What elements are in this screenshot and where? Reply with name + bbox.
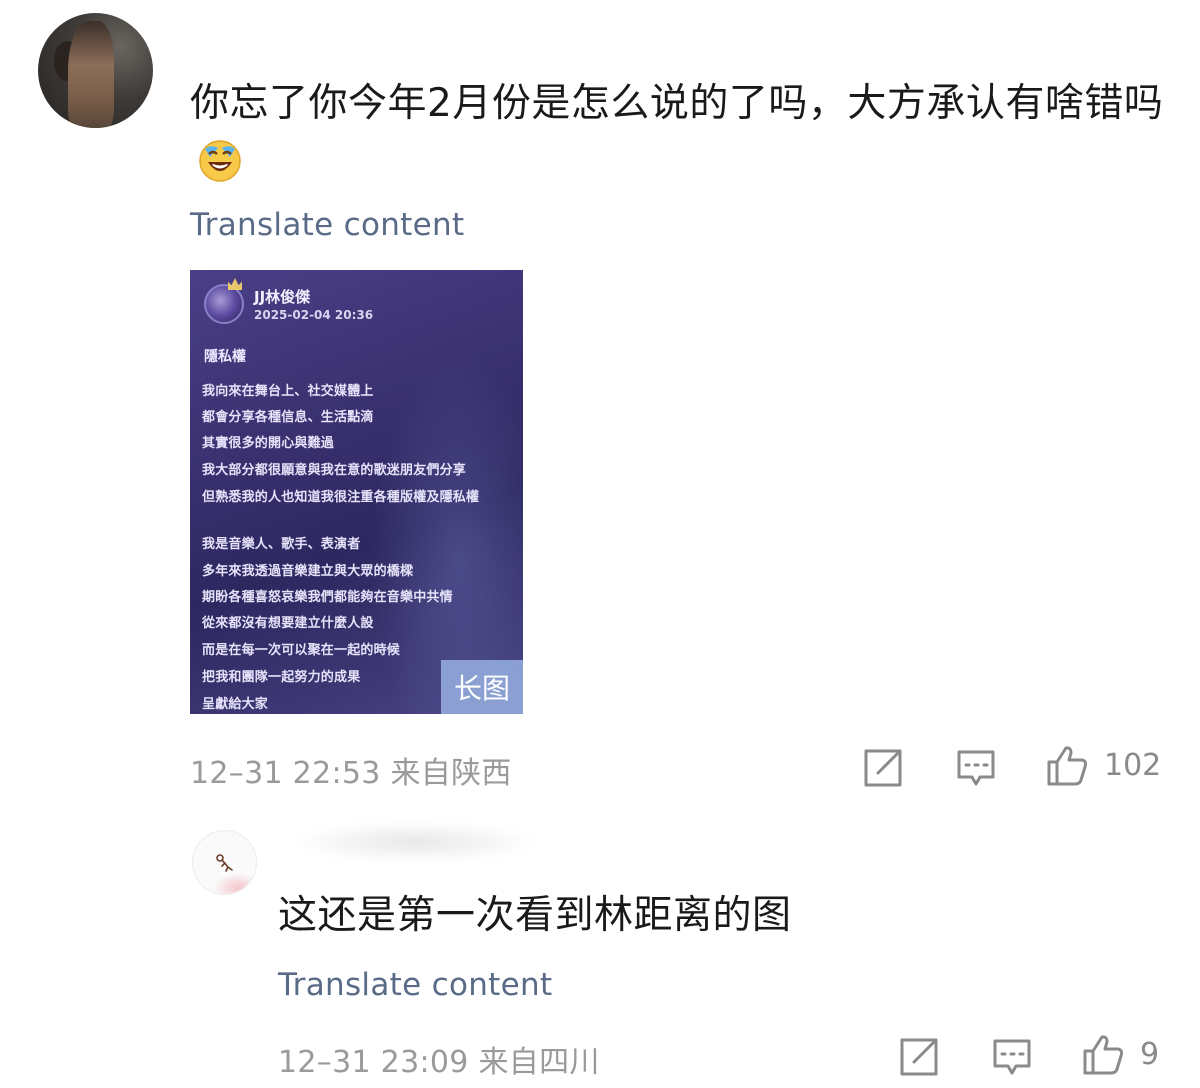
blurred-username <box>290 822 540 862</box>
like-count: 9 <box>1140 1037 1160 1072</box>
image-text-line: 我大部分都很願意與我在意的歌迷朋友們分享 <box>202 463 467 478</box>
comment-text: 你忘了你今年2月份是怎么说的了吗，大方承认有啥错吗 <box>190 74 1170 194</box>
thumbs-up-icon[interactable] <box>1046 744 1088 786</box>
image-text-line: 呈獻給大家 <box>202 697 269 712</box>
image-section-title: 隱私權 <box>204 349 246 365</box>
commenter-avatar[interactable] <box>38 13 153 128</box>
comment-icon[interactable] <box>955 747 997 789</box>
image-text-line: 我是音樂人、歌手、表演者 <box>202 537 361 552</box>
image-text-line: 而是在每一次可以聚在一起的時候 <box>202 643 401 658</box>
comment-text-content: 你忘了你今年2月份是怎么说的了吗，大方承认有啥错吗 <box>190 81 1164 126</box>
comment-image-thumbnail[interactable]: JJ林俊傑 2025-02-04 20:36 隱私權 我向來在舞台上、社交媒體上… <box>190 270 523 714</box>
avatar-pink-shade <box>213 873 256 894</box>
comment-icon[interactable] <box>991 1036 1033 1078</box>
comment-timestamp-location: 12–31 22:53 来自陕西 <box>190 756 512 791</box>
crown-icon <box>228 278 242 290</box>
translate-content-link[interactable]: Translate content <box>278 967 552 1003</box>
reply-text: 这还是第一次看到林距离的图 <box>278 893 792 938</box>
avatar-figure-shape <box>68 21 114 128</box>
image-text-line: 多年來我透過音樂建立與大眾的橋樑 <box>202 564 414 579</box>
image-poster-name: JJ林俊傑 <box>254 288 311 306</box>
laughing-crying-emoji-icon <box>199 140 241 182</box>
image-text-line: 從來都沒有想要建立什麼人設 <box>202 616 374 631</box>
image-poster-date: 2025-02-04 20:36 <box>254 308 374 322</box>
doodle-icon <box>216 854 233 872</box>
image-text-line: 都會分享各種信息、生活點滴 <box>202 410 374 425</box>
image-text-line: 把我和團隊一起努力的成果 <box>202 670 361 685</box>
long-image-badge: 长图 <box>441 660 523 714</box>
like-count: 102 <box>1104 748 1162 783</box>
image-text-line: 但熟悉我的人也知道我很注重各種版權及隱私權 <box>202 490 480 505</box>
image-poster-avatar <box>204 284 244 324</box>
share-icon[interactable] <box>898 1036 940 1078</box>
share-icon[interactable] <box>862 747 904 789</box>
reply-timestamp-location: 12–31 23:09 来自四川 <box>278 1045 600 1080</box>
thumbs-up-icon[interactable] <box>1082 1033 1124 1075</box>
image-text-line: 其實很多的開心與難過 <box>202 436 335 451</box>
translate-content-link[interactable]: Translate content <box>190 207 464 243</box>
reply-avatar[interactable] <box>192 830 257 895</box>
image-text-line: 期盼各種喜怒哀樂我們都能夠在音樂中共情 <box>202 590 453 605</box>
image-text-line: 我向來在舞台上、社交媒體上 <box>202 384 374 399</box>
